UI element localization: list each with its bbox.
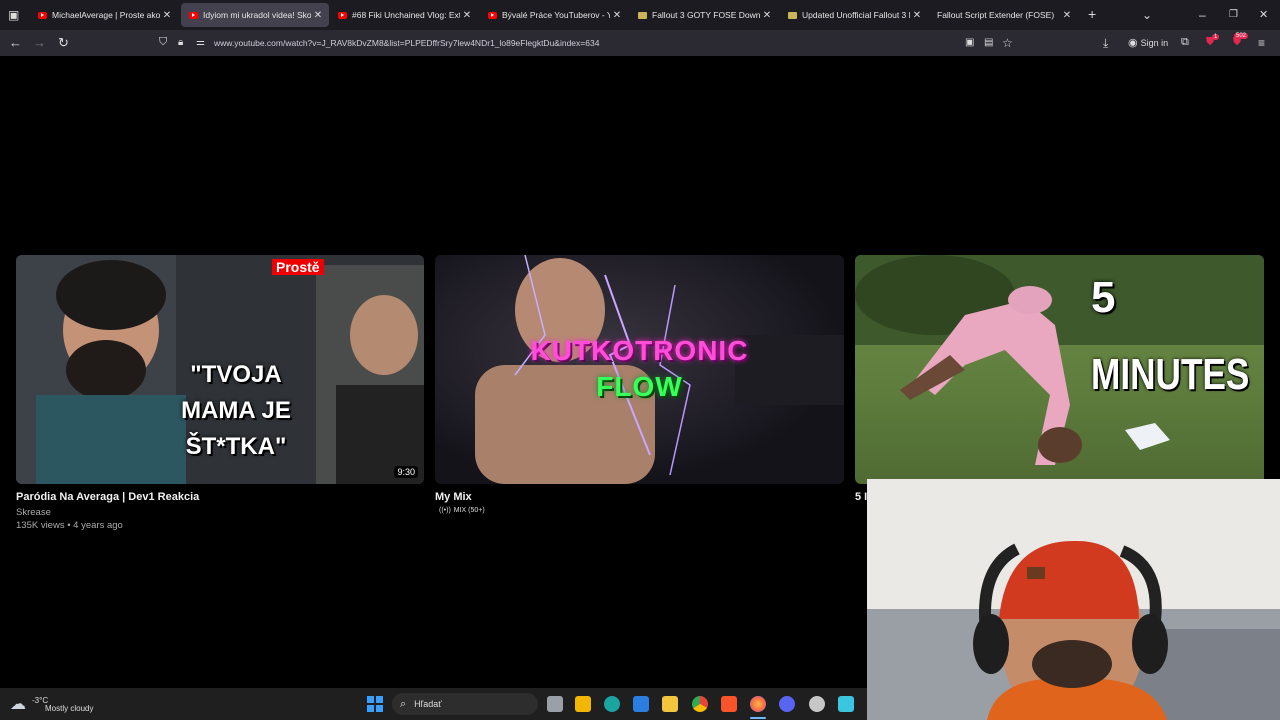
reload-icon[interactable]: ↻	[58, 35, 69, 51]
video-title-2[interactable]: My Mix	[435, 491, 472, 503]
extension-badge: 1	[1212, 34, 1220, 40]
active-app-indicator	[750, 717, 766, 719]
bookmark-star-icon[interactable]: ☆	[1002, 36, 1013, 50]
weather-text: -3°C Mostly cloudy	[32, 696, 93, 713]
navigation-bar: ← → ↻ ⛉ 🔒︎ ⚌ www.youtube.com/watch?v=J_R…	[0, 30, 1280, 56]
download-icon[interactable]: ⤓	[1103, 36, 1108, 51]
tab-7[interactable]: Fallout Script Extender (FOSE) ✕	[930, 3, 1078, 27]
video-thumbnail-1[interactable]: Prostě "TVOJA MAMA JE ŠT*TKA" 9:30	[16, 255, 424, 484]
document-icon	[788, 11, 797, 19]
close-tab-icon[interactable]: ✕	[760, 10, 774, 21]
account-icon: ◉	[1128, 37, 1138, 49]
discord-icon[interactable]	[779, 696, 795, 712]
youtube-icon	[38, 11, 47, 19]
shield-icon[interactable]: ⛉	[159, 36, 167, 49]
restore-icon[interactable]: ❐	[1229, 9, 1238, 20]
permissions-icon[interactable]: ⚌	[196, 37, 205, 48]
close-tab-icon[interactable]: ✕	[460, 10, 474, 21]
close-tab-icon[interactable]: ✕	[311, 10, 325, 21]
sign-in-button[interactable]: ◉ Sign in	[1128, 36, 1168, 49]
tab-6[interactable]: Updated Unofficial Fallout 3 Pa ✕	[780, 3, 928, 27]
webcam-feed	[867, 479, 1280, 720]
thumbnail-word: MINUTES	[1091, 350, 1250, 399]
close-tab-icon[interactable]: ✕	[910, 10, 924, 21]
close-tab-icon[interactable]: ✕	[1060, 10, 1074, 21]
thumbnail-title-line-1: KUTKOTRONIC	[530, 335, 749, 366]
chevron-down-icon[interactable]: ⌄	[1142, 8, 1152, 22]
taskbar-search[interactable]: ⌕ Hľadať	[392, 693, 538, 715]
video-meta: 135K views • 4 years ago	[16, 520, 123, 531]
picture-in-picture-icon[interactable]: ▣	[965, 37, 974, 48]
brave-icon[interactable]	[721, 696, 737, 712]
weather-condition: Mostly cloudy	[45, 703, 94, 713]
file-explorer-icon[interactable]	[662, 696, 678, 712]
thumbnail-text: "TVOJA MAMA JE ŠT*TKA"	[181, 361, 291, 460]
youtube-icon	[189, 11, 198, 19]
tab-1[interactable]: MichaelAverage | Proste ako Lo ✕	[30, 3, 178, 27]
task-view-icon[interactable]	[547, 696, 563, 712]
document-icon	[638, 11, 647, 19]
webcam-overlay	[867, 479, 1280, 720]
tab-bar: ▣ MichaelAverage | Proste ako Lo ✕ Idyio…	[0, 0, 1280, 30]
tab-4[interactable]: Bývalé Práce YouTuberov - YouT ✕	[480, 3, 628, 27]
channel-name[interactable]: Skrease	[16, 507, 51, 518]
edge-icon[interactable]	[604, 696, 620, 712]
weather-widget[interactable]: ☁ -3°C Mostly cloudy	[10, 694, 93, 714]
mix-label: ((•)) MIX (50+)	[439, 507, 485, 514]
chrome-icon[interactable]	[692, 696, 708, 712]
reader-view-icon[interactable]: ▤	[984, 37, 993, 48]
video-title-1[interactable]: Paródia Na Averaga | Dev1 Reakcia	[16, 491, 199, 503]
youtube-icon	[488, 11, 497, 19]
back-icon[interactable]: ←	[9, 35, 22, 50]
thumbnail-title-line-2: FLOW	[596, 371, 683, 402]
youtube-icon	[338, 11, 347, 19]
menu-icon[interactable]: ≡	[1258, 36, 1265, 50]
thumbnail-number: 5	[1091, 273, 1116, 322]
tab-3[interactable]: #68 Fiki Unchained Vlog: Extrém ✕	[330, 3, 478, 27]
new-tab-icon[interactable]: +	[1088, 6, 1096, 22]
settings-icon[interactable]	[809, 696, 825, 712]
search-icon: ⌕	[400, 697, 407, 710]
photos-icon[interactable]	[633, 696, 649, 712]
taskbar: ☁ -3°C Mostly cloudy ⌕ Hľadať	[0, 688, 867, 720]
notepad-icon[interactable]	[838, 696, 854, 712]
start-tile	[376, 705, 383, 712]
thumbnail-badge: Prostě	[272, 259, 324, 275]
start-tile	[367, 696, 374, 703]
video-title-3[interactable]: 5 I	[855, 491, 867, 503]
store-icon[interactable]	[575, 696, 591, 712]
extensions-icon[interactable]: ⧉	[1181, 36, 1189, 49]
mix-icon: ((•))	[439, 507, 451, 514]
close-window-icon[interactable]: ✕	[1259, 8, 1268, 21]
forward-icon[interactable]: →	[33, 35, 46, 50]
start-tile	[367, 705, 374, 712]
lock-icon[interactable]: 🔒︎	[178, 37, 183, 48]
close-tab-icon[interactable]: ✕	[160, 10, 174, 21]
video-thumbnail-2[interactable]: KUTKOTRONIC FLOW	[435, 255, 844, 484]
video-thumbnail-3[interactable]: 5 MINUTES	[855, 255, 1264, 484]
cloud-icon: ☁	[10, 696, 26, 713]
video-duration: 9:30	[394, 466, 418, 478]
close-tab-icon[interactable]: ✕	[610, 10, 624, 21]
tab-5[interactable]: Fallout 3 GOTY FOSE Downgrad ✕	[630, 3, 778, 27]
tab-overview-icon[interactable]: ▣	[8, 8, 19, 22]
thumbnail-2-art	[475, 255, 844, 484]
start-tile	[376, 696, 383, 703]
address-bar[interactable]: www.youtube.com/watch?v=J_RAV8kDvZM8&lis…	[214, 38, 599, 48]
start-icon[interactable]	[367, 696, 383, 712]
notification-badge: 502	[1234, 33, 1249, 39]
minimize-icon[interactable]: –	[1199, 8, 1206, 22]
tab-2[interactable]: Idyiom mi ukradol videa! Skonc ✕	[181, 3, 329, 27]
firefox-icon[interactable]	[750, 696, 766, 712]
